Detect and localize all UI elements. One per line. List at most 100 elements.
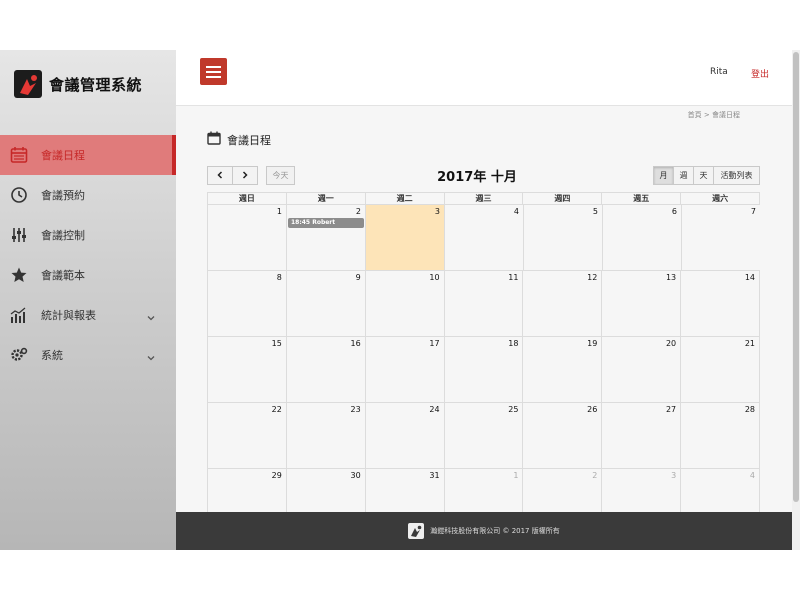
day-number: 23 bbox=[350, 405, 361, 414]
top-header: Rita 登出 bbox=[176, 50, 792, 106]
calendar-day-other-month[interactable]: 2 bbox=[522, 469, 601, 512]
sliders-icon bbox=[10, 226, 28, 244]
view-day-button[interactable]: 天 bbox=[693, 166, 714, 185]
day-number: 30 bbox=[350, 471, 361, 480]
calendar-week: 29 30 31 1 2 3 4 bbox=[207, 468, 761, 512]
menu-bar bbox=[206, 76, 221, 78]
calendar-day[interactable]: 19 bbox=[522, 337, 601, 402]
sidebar-item-templates[interactable]: 會議範本 bbox=[0, 255, 176, 295]
sidebar-item-statistics[interactable]: 統計與報表 bbox=[0, 295, 176, 335]
menu-toggle-button[interactable] bbox=[200, 58, 227, 85]
calendar-event[interactable]: 18:45 Robert bbox=[288, 218, 364, 228]
brand[interactable]: 會議管理系統 bbox=[14, 69, 142, 99]
today-button[interactable]: 今天 bbox=[266, 166, 295, 185]
calendar-day[interactable]: 25 bbox=[443, 403, 523, 468]
page-scrollbar[interactable] bbox=[792, 50, 800, 550]
calendar-day[interactable]: 10 bbox=[364, 271, 444, 336]
calendar-day-other-month[interactable]: 3 bbox=[601, 469, 680, 512]
calendar-day[interactable]: 30 bbox=[285, 469, 365, 512]
day-number: 12 bbox=[587, 273, 598, 282]
calendar-day-other-month[interactable]: 1 bbox=[443, 469, 523, 512]
day-number: 27 bbox=[665, 405, 677, 414]
sidebar-item-label: 會議控制 bbox=[41, 229, 85, 242]
day-number: 28 bbox=[744, 405, 756, 414]
calendar-day[interactable]: 12 bbox=[522, 271, 601, 336]
day-number: 31 bbox=[429, 471, 440, 480]
calendar-day-today[interactable]: 3 bbox=[365, 205, 444, 270]
day-number: 19 bbox=[587, 339, 598, 348]
sidebar-item-label: 系統 bbox=[41, 349, 63, 362]
main-content: 首頁 > 會議日程 會議日程 今天 2017年 十月 月 週 天 活動列表 週日 bbox=[176, 106, 792, 512]
sidebar-item-label: 會議預約 bbox=[41, 189, 85, 202]
event-name: Robert bbox=[312, 219, 336, 226]
prev-month-button[interactable] bbox=[207, 166, 233, 185]
day-number: 17 bbox=[429, 339, 440, 348]
scrollbar-thumb[interactable] bbox=[793, 52, 799, 502]
weekday-mon: 週一 bbox=[285, 193, 365, 204]
calendar-day[interactable]: 31 bbox=[364, 469, 444, 512]
sidebar-item-control[interactable]: 會議控制 bbox=[0, 215, 176, 255]
app-window: 會議管理系統 會議日程 會議預約 會議控制 會議範本 統計與報表 系統 Rita… bbox=[0, 50, 800, 550]
calendar-icon bbox=[207, 130, 221, 149]
day-number: 6 bbox=[671, 207, 677, 216]
day-number: 11 bbox=[508, 273, 519, 282]
menu-bar bbox=[206, 66, 221, 68]
calendar-day[interactable]: 17 bbox=[364, 337, 444, 402]
calendar-day[interactable]: 16 bbox=[285, 337, 365, 402]
calendar-day[interactable]: 11 bbox=[443, 271, 523, 336]
sidebar-item-schedule[interactable]: 會議日程 bbox=[0, 135, 176, 175]
sidebar-nav: 會議日程 會議預約 會議控制 會議範本 統計與報表 系統 bbox=[0, 135, 176, 375]
weekday-thu: 週四 bbox=[522, 193, 601, 204]
calendar-day[interactable]: 23 bbox=[285, 403, 365, 468]
month-calendar: 週日 週一 週二 週三 週四 週五 週六 1 2 3 4 5 6 7 18:45… bbox=[207, 192, 761, 512]
brand-title: 會議管理系統 bbox=[49, 75, 143, 94]
calendar-day[interactable]: 4 bbox=[444, 205, 523, 270]
calendar-day[interactable]: 21 bbox=[680, 337, 761, 402]
calendar-day[interactable]: 26 bbox=[522, 403, 601, 468]
calendar-day[interactable]: 1 bbox=[207, 205, 286, 270]
view-month-button[interactable]: 月 bbox=[653, 166, 674, 185]
calendar-day[interactable]: 22 bbox=[207, 403, 286, 468]
day-number: 13 bbox=[665, 273, 677, 282]
calendar-day[interactable]: 27 bbox=[601, 403, 680, 468]
calendar-day[interactable]: 5 bbox=[523, 205, 602, 270]
sidebar-item-booking[interactable]: 會議預約 bbox=[0, 175, 176, 215]
view-list-button[interactable]: 活動列表 bbox=[713, 166, 760, 185]
calendar-day[interactable]: 15 bbox=[207, 337, 286, 402]
weekday-sun: 週日 bbox=[207, 193, 286, 204]
calendar-day[interactable]: 24 bbox=[364, 403, 444, 468]
day-number: 2 bbox=[355, 207, 361, 216]
day-number: 29 bbox=[271, 471, 282, 480]
user-name[interactable]: Rita bbox=[710, 67, 728, 77]
star-icon bbox=[10, 266, 28, 284]
day-number: 3 bbox=[671, 471, 677, 480]
calendar-day[interactable]: 28 bbox=[680, 403, 761, 468]
day-number: 24 bbox=[429, 405, 440, 414]
calendar-day[interactable]: 20 bbox=[601, 337, 680, 402]
page-title-text: 會議日程 bbox=[227, 133, 271, 147]
calendar-day[interactable]: 2 bbox=[286, 205, 365, 270]
sidebar-item-label: 會議範本 bbox=[41, 269, 85, 282]
calendar-day-other-month[interactable]: 4 bbox=[680, 469, 761, 512]
calendar-day[interactable]: 9 bbox=[285, 271, 365, 336]
calendar-day[interactable]: 13 bbox=[601, 271, 680, 336]
calendar-day[interactable]: 8 bbox=[207, 271, 286, 336]
calendar-day[interactable]: 18 bbox=[443, 337, 523, 402]
calendar-week: 15 16 17 18 19 20 21 bbox=[207, 336, 761, 402]
calendar-day[interactable]: 29 bbox=[207, 469, 286, 512]
brand-logo-icon bbox=[14, 70, 42, 98]
sidebar-item-system[interactable]: 系統 bbox=[0, 335, 176, 375]
calendar-day[interactable]: 14 bbox=[680, 271, 761, 336]
day-number: 10 bbox=[429, 273, 440, 282]
calendar-week: 22 23 24 25 26 27 28 bbox=[207, 402, 761, 468]
view-week-button[interactable]: 週 bbox=[673, 166, 694, 185]
logout-link[interactable]: 登出 bbox=[751, 67, 769, 80]
day-number: 21 bbox=[744, 339, 756, 348]
next-month-button[interactable] bbox=[232, 166, 258, 185]
calendar-day[interactable]: 6 bbox=[602, 205, 681, 270]
clock-booking-icon bbox=[10, 186, 28, 204]
calendar-day[interactable]: 7 bbox=[681, 205, 760, 270]
breadcrumb: 首頁 > 會議日程 bbox=[687, 111, 740, 119]
chevron-right-icon bbox=[241, 170, 249, 181]
footer: 瀚鎧科技股份有限公司 © 2017 版權所有 bbox=[176, 512, 792, 550]
